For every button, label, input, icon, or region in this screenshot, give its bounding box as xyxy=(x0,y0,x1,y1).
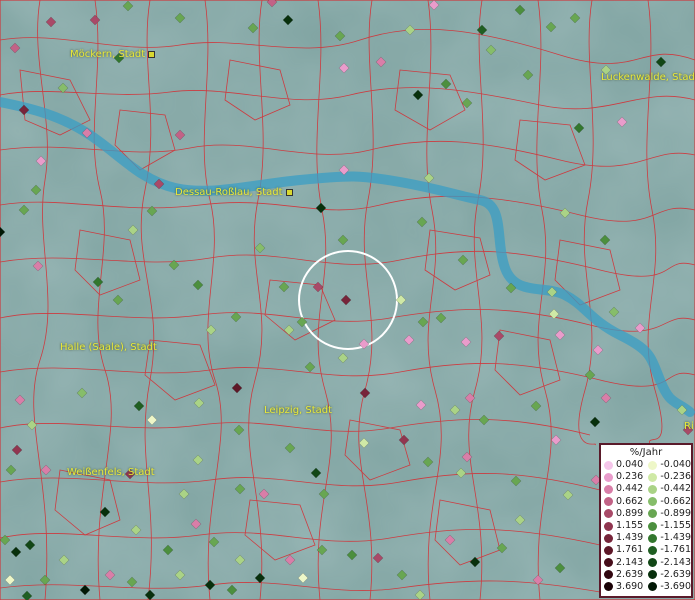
legend-label: 1.761 xyxy=(616,544,644,556)
legend-label: -0.442 xyxy=(660,483,691,495)
legend-swatch xyxy=(648,521,658,531)
legend-entry: 1.761 xyxy=(601,544,645,556)
legend-swatch xyxy=(604,521,613,531)
town-label-luckenwalde: Luckenwalde, Stadt xyxy=(601,72,695,83)
legend-label: -1.761 xyxy=(660,544,691,556)
legend-swatch xyxy=(604,545,613,555)
legend-swatch xyxy=(604,460,613,470)
town-marker xyxy=(285,188,293,196)
legend-entry: 2.143 xyxy=(601,557,645,569)
legend-entry: 3.690 xyxy=(601,581,645,593)
legend-swatch xyxy=(648,509,658,519)
town-name: Ri xyxy=(684,421,694,432)
legend-label: 0.899 xyxy=(616,507,644,519)
legend-label: 0.662 xyxy=(616,495,644,507)
legend-swatch xyxy=(648,582,658,592)
legend-entry: -3.690 xyxy=(645,581,691,593)
legend-swatch xyxy=(648,533,658,543)
town-name: Leipzig, Stadt xyxy=(264,405,333,416)
town-label-dessau: Dessau-Roßlau, Stadt xyxy=(175,187,293,198)
legend-entry: -2.639 xyxy=(645,569,691,581)
town-label-weissenfels: Weißenfels, Stadt xyxy=(67,467,155,478)
map-canvas[interactable] xyxy=(0,0,695,600)
legend-label: -0.236 xyxy=(660,471,691,483)
legend-label: -0.899 xyxy=(660,507,691,519)
legend-label: -0.662 xyxy=(660,495,691,507)
legend-positive-column: 0.040 0.236 0.442 0.662 0.899 1.155 1.439 1.761… xyxy=(601,459,645,593)
legend-swatch xyxy=(648,558,658,568)
legend-label: 1.439 xyxy=(616,532,644,544)
legend-label: 2.639 xyxy=(616,568,644,580)
legend-title: %/Jahr xyxy=(629,447,663,458)
legend-entry: -0.236 xyxy=(645,471,691,483)
legend-label: 0.442 xyxy=(616,483,644,495)
town-name: Luckenwalde, Stadt xyxy=(601,72,695,83)
legend-label: 3.690 xyxy=(616,580,644,592)
town-name: Möckern, Stadt xyxy=(70,49,146,60)
legend-label: -2.639 xyxy=(660,568,691,580)
legend-negative-column: -0.040 -0.236 -0.442 -0.662 -0.899 -1.155 -1.4… xyxy=(645,459,691,593)
legend-label: 2.143 xyxy=(616,556,644,568)
legend-entry: 2.639 xyxy=(601,569,645,581)
legend-entry: 0.236 xyxy=(601,471,645,483)
legend-entry: 0.662 xyxy=(601,496,645,508)
legend-swatch xyxy=(604,484,613,494)
legend-label: -3.690 xyxy=(660,580,691,592)
legend-swatch xyxy=(604,533,613,543)
legend-swatch xyxy=(648,497,658,507)
legend-label: 1.155 xyxy=(616,519,644,531)
legend: %/Jahr 0.040 0.236 0.442 0.662 0.899 1.155 1.4… xyxy=(599,443,693,598)
legend-entry: 1.155 xyxy=(601,520,645,532)
legend-entry: -1.155 xyxy=(645,520,691,532)
legend-swatch xyxy=(604,472,613,482)
town-name: Halle (Saale), Stadt xyxy=(60,342,157,353)
legend-swatch xyxy=(648,460,658,470)
legend-swatch xyxy=(604,558,613,568)
legend-swatch xyxy=(648,484,658,494)
legend-swatch xyxy=(648,545,658,555)
legend-entry: 0.899 xyxy=(601,508,645,520)
legend-label: -1.155 xyxy=(660,519,691,531)
town-label-leipzig: Leipzig, Stadt xyxy=(264,405,332,416)
legend-entry: -2.143 xyxy=(645,557,691,569)
legend-entry: -0.662 xyxy=(645,496,691,508)
town-label-moeckern: Möckern, Stadt xyxy=(70,49,156,60)
legend-swatch xyxy=(604,570,613,580)
legend-swatch xyxy=(648,472,658,482)
town-marker xyxy=(148,50,156,58)
town-name: Weißenfels, Stadt xyxy=(67,467,155,478)
legend-entry: 1.439 xyxy=(601,532,645,544)
legend-label: -0.040 xyxy=(660,459,691,470)
legend-entry: -0.442 xyxy=(645,483,691,495)
legend-entry: -0.899 xyxy=(645,508,691,520)
town-label-halle: Halle (Saale), Stadt xyxy=(60,342,157,353)
town-name: Dessau-Roßlau, Stadt xyxy=(175,187,283,198)
legend-entry: -1.761 xyxy=(645,544,691,556)
legend-entry: -0.040 xyxy=(645,459,691,471)
legend-label: -2.143 xyxy=(660,556,691,568)
legend-entry: 0.040 xyxy=(601,459,645,471)
legend-swatch xyxy=(648,570,658,580)
legend-swatch xyxy=(604,582,613,592)
legend-label: -1.439 xyxy=(660,532,691,544)
legend-entry: 0.442 xyxy=(601,483,645,495)
legend-swatch xyxy=(604,509,613,519)
legend-label: 0.040 xyxy=(616,459,644,470)
legend-swatch xyxy=(604,497,613,507)
town-label-ri: Ri xyxy=(684,421,694,432)
legend-entry: -1.439 xyxy=(645,532,691,544)
legend-label: 0.236 xyxy=(616,471,644,483)
